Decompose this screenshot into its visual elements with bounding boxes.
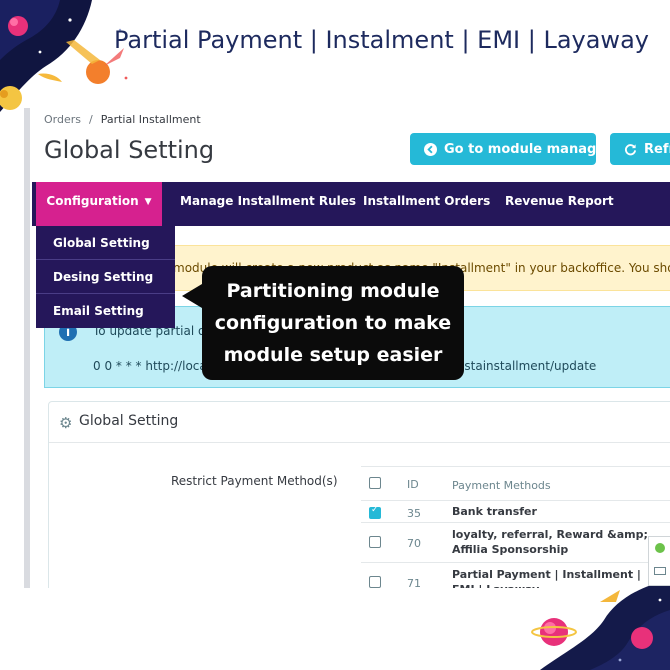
configuration-dropdown-menu: Global Setting Desing Setting Email Sett… (36, 226, 175, 328)
tab-manage-installment-rules[interactable]: Manage Installment Rules (180, 182, 356, 226)
tab-configuration-label: Configuration (46, 194, 139, 208)
go-to-module-manager-label: Go to module manager (444, 141, 612, 157)
status-check-icon[interactable] (655, 543, 665, 553)
panel-title: Global Setting (79, 413, 179, 429)
floating-side-toolbar[interactable] (648, 536, 670, 586)
space-illustration-top-left (0, 0, 128, 112)
gear-icon: ⚙ (59, 414, 73, 432)
table-row: 35 Bank transfer (361, 500, 670, 522)
dropdown-item-desing-setting[interactable]: Desing Setting (36, 260, 175, 294)
global-setting-panel: ⚙ Global Setting Restrict Payment Method… (48, 401, 670, 588)
row-id: 70 (407, 537, 421, 550)
feature-callout: Partitioning module configuration to mak… (182, 266, 464, 380)
feature-callout-text: Partitioning module configuration to mak… (214, 280, 452, 366)
space-illustration-bottom-right (531, 580, 670, 670)
row-payment-method: loyalty, referral, Reward &amp; Affilia … (452, 528, 648, 556)
row-checkbox[interactable] (369, 576, 381, 588)
column-header-id: ID (407, 478, 419, 491)
refresh-button[interactable]: Refr (610, 133, 670, 165)
caret-down-icon: ▼ (144, 196, 152, 207)
tab-configuration[interactable]: Configuration ▼ (36, 182, 162, 226)
info-alert-cron-left: 0 0 * * * http://loca (93, 359, 207, 373)
row-checkbox[interactable] (369, 536, 381, 548)
payment-methods-table: ID Payment Methods 35 Bank transfer 70 l… (361, 466, 670, 588)
restrict-payment-methods-label: Restrict Payment Method(s) (171, 474, 338, 488)
page-title: Global Setting (44, 136, 215, 164)
breadcrumb-current: Partial Installment (100, 113, 201, 126)
table-row: 70 loyalty, referral, Reward &amp; Affil… (361, 522, 670, 562)
breadcrumb-parent[interactable]: Orders (44, 113, 81, 126)
row-id: 71 (407, 577, 421, 588)
column-header-payment-methods: Payment Methods (452, 479, 551, 492)
tab-revenue-report[interactable]: Revenue Report (505, 182, 614, 226)
row-checkbox[interactable] (369, 505, 381, 519)
printer-icon[interactable] (654, 567, 666, 575)
admin-screenshot: Orders / Partial Installment Global Settin… (24, 108, 670, 588)
row-id: 35 (407, 507, 421, 520)
refresh-label: Refr (644, 141, 670, 157)
table-header-row: ID Payment Methods (361, 466, 670, 500)
arrow-circle-left-icon (424, 142, 437, 156)
breadcrumb: Orders / Partial Installment (44, 113, 201, 126)
go-to-module-manager-button[interactable]: Go to module manager (410, 133, 612, 165)
refresh-icon (624, 143, 637, 156)
select-all-checkbox[interactable] (369, 477, 381, 489)
info-alert-cron-right: estainstallment/update (457, 359, 597, 373)
module-tab-bar: Configuration ▼ Manage Installment Rules … (32, 182, 670, 226)
breadcrumb-separator: / (89, 113, 93, 126)
panel-heading: ⚙ Global Setting (49, 402, 670, 443)
dropdown-item-global-setting[interactable]: Global Setting (36, 226, 175, 260)
banner-title: Partial Payment | Instalment | EMI | Lay… (114, 26, 649, 54)
tab-installment-orders[interactable]: Installment Orders (363, 182, 490, 226)
dropdown-item-email-setting[interactable]: Email Setting (36, 294, 175, 328)
row-payment-method: Bank transfer (452, 505, 537, 518)
sidebar-edge (24, 108, 30, 588)
